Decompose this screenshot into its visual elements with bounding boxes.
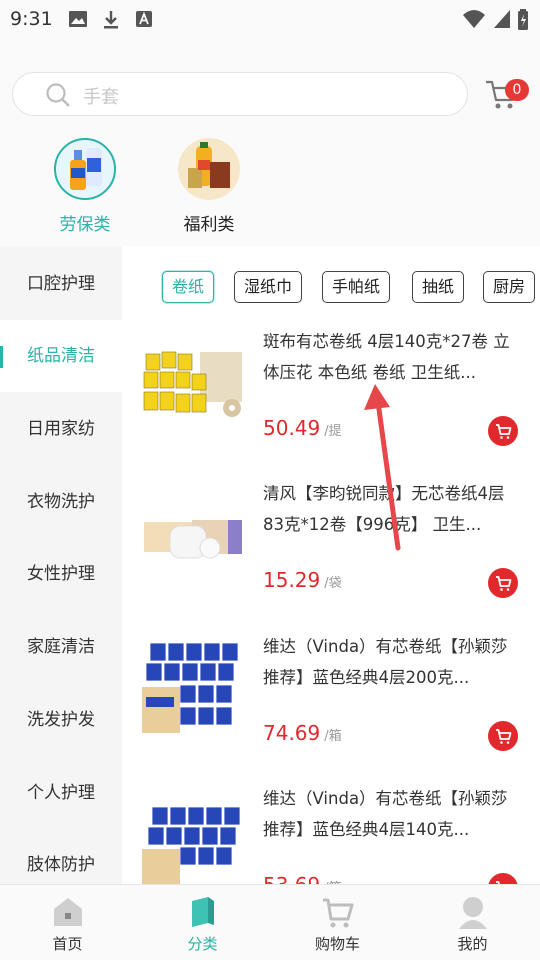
product-image: [140, 789, 246, 884]
bigcat-labor-protection[interactable]: 劳保类: [35, 138, 135, 235]
cart-icon: [322, 898, 353, 928]
tag-wet-wipes[interactable]: 湿纸巾: [234, 271, 303, 303]
bigcat-label: 劳保类: [59, 215, 111, 235]
sidebar-item-laundry[interactable]: 衣物洗护: [0, 466, 122, 538]
nav-label: 购物车: [314, 935, 360, 953]
home-icon: [53, 898, 82, 926]
labor-protection-image: [54, 138, 116, 200]
nav-label: 我的: [457, 935, 488, 953]
tag-kitchen[interactable]: 厨房: [483, 271, 536, 303]
product-title: 维达（Vinda）有芯卷纸【孙颖莎推荐】蓝色经典4层140克...: [263, 789, 508, 839]
sidebar-item-paper-cleaning[interactable]: 纸品清洁: [0, 320, 122, 392]
sidebar-item-oral-care[interactable]: 口腔护理: [0, 248, 122, 320]
nav-cart[interactable]: 购物车: [270, 885, 405, 960]
product-price: 74.69/箱: [263, 721, 342, 745]
sidebar-item-body-protection[interactable]: 肢体防护: [0, 829, 122, 884]
cart-badge: 0: [505, 79, 529, 101]
price-value: 15.29: [263, 568, 321, 592]
battery-icon: [518, 9, 528, 30]
status-time: 9:31: [10, 8, 53, 30]
download-icon: [104, 11, 118, 29]
nav-category[interactable]: 分类: [135, 885, 270, 960]
product-title: 维达（Vinda）有芯卷纸【孙颖莎推荐】蓝色经典4层200克...: [263, 637, 508, 687]
search-placeholder: 手套: [83, 87, 119, 108]
product-price: 15.29/袋: [263, 568, 342, 592]
signal-icon: [494, 10, 510, 28]
category-icon: [191, 897, 214, 927]
sidebar-item-home-textiles[interactable]: 日用家纺: [0, 393, 122, 465]
product-card[interactable]: 斑布有芯卷纸 4层140克*27卷 立体压花 本色纸 卷纸 卫生纸... 50.…: [122, 318, 540, 470]
price-value: 50.49: [263, 416, 321, 440]
image-icon: [69, 11, 87, 27]
nav-label: 首页: [52, 935, 83, 953]
price-unit: /箱: [324, 729, 342, 744]
search-icon: [46, 83, 70, 107]
subcategory-tags: 卷纸 湿纸巾 手帕纸 抽纸 厨房: [122, 246, 540, 318]
wifi-icon: [463, 10, 485, 28]
tag-facial-tissue[interactable]: 抽纸: [412, 271, 465, 303]
price-unit: /提: [324, 424, 342, 439]
tag-roll-paper[interactable]: 卷纸: [162, 271, 215, 303]
nav-home[interactable]: 首页: [0, 885, 135, 960]
nav-label: 分类: [187, 935, 218, 953]
add-to-cart-button[interactable]: [488, 873, 518, 884]
add-to-cart-button[interactable]: [488, 416, 518, 446]
product-price: 50.49/提: [263, 416, 342, 440]
sidebar-item-home-cleaning[interactable]: 家庭清洁: [0, 611, 122, 683]
search-input[interactable]: 手套: [12, 72, 468, 116]
cart-icon: [496, 424, 512, 439]
category-sidebar: 口腔护理 纸品清洁 日用家纺 衣物洗护 女性护理 家庭清洁 洗发护发 个人护理 …: [0, 246, 122, 884]
cart-icon: [496, 881, 500, 884]
product-image: [140, 484, 246, 590]
product-card[interactable]: 维达（Vinda）有芯卷纸【孙颖莎推荐】蓝色经典4层140克... 53.69/…: [122, 775, 540, 884]
price-unit: /袋: [324, 576, 342, 591]
welfare-image: [178, 138, 240, 200]
sidebar-item-personal-care[interactable]: 个人护理: [0, 757, 122, 829]
sidebar-item-hair-care[interactable]: 洗发护发: [0, 684, 122, 756]
product-image: [140, 637, 246, 743]
product-list: 斑布有芯卷纸 4层140克*27卷 立体压花 本色纸 卷纸 卫生纸... 50.…: [122, 318, 540, 884]
user-icon: [458, 897, 487, 929]
product-title: 清风【李昀锐同款】无芯卷纸4层83克*12卷【996克】 卫生...: [263, 484, 505, 534]
tag-pocket-tissue[interactable]: 手帕纸: [322, 271, 391, 303]
product-card[interactable]: 维达（Vinda）有芯卷纸【孙颖莎推荐】蓝色经典4层200克... 74.69/…: [122, 623, 540, 775]
product-title: 斑布有芯卷纸 4层140克*27卷 立体压花 本色纸 卷纸 卫生纸...: [263, 332, 510, 382]
product-price: 53.69/箱: [263, 873, 342, 884]
bigcat-label: 福利类: [183, 215, 235, 235]
product-image: [140, 332, 246, 438]
bottom-nav: 首页 分类 购物车 我的: [0, 884, 540, 960]
price-value: 74.69: [263, 721, 321, 745]
nav-profile[interactable]: 我的: [405, 885, 540, 960]
product-card[interactable]: 清风【李昀锐同款】无芯卷纸4层83克*12卷【996克】 卫生... 15.29…: [122, 470, 540, 622]
cart-icon: [496, 576, 512, 591]
price-value: 53.69: [263, 873, 320, 884]
bigcat-welfare[interactable]: 福利类: [159, 138, 259, 235]
font-icon: [136, 11, 152, 27]
cart-icon: [496, 729, 512, 744]
sidebar-item-feminine-care[interactable]: 女性护理: [0, 538, 122, 610]
add-to-cart-button[interactable]: [488, 721, 518, 751]
add-to-cart-button[interactable]: [488, 568, 518, 598]
status-bar: 9:31: [0, 0, 540, 40]
